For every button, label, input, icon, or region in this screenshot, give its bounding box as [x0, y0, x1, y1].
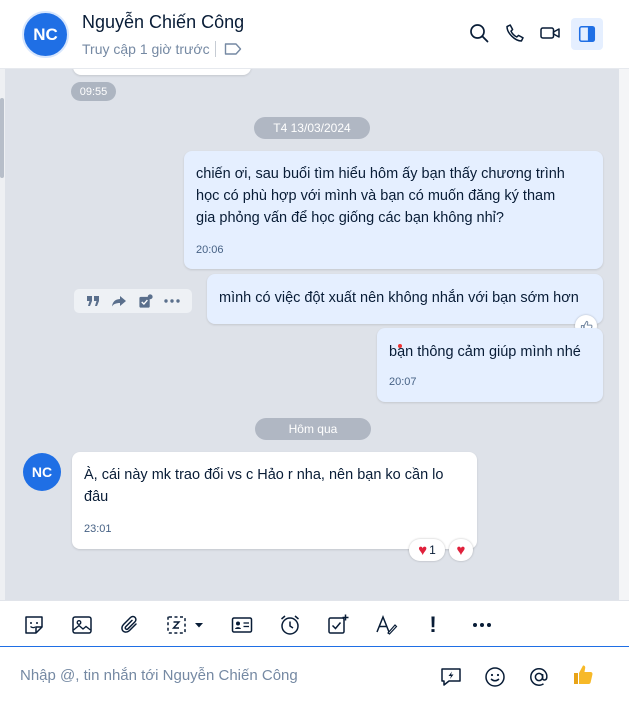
- message-time: 20:07: [389, 376, 417, 388]
- more-icon[interactable]: [470, 613, 494, 637]
- contact-status: Truy cập 1 giờ trước: [82, 41, 210, 57]
- message-text-line: mình có việc đột xuất nên không nhắn với…: [219, 290, 579, 306]
- more-icon[interactable]: [164, 299, 181, 303]
- text-format-icon[interactable]: [374, 613, 398, 637]
- outgoing-message[interactable]: mình có việc đột xuất nên không nhắn với…: [207, 274, 603, 324]
- outgoing-message[interactable]: chiến ơi, sau buổi tìm hiểu hôm ấy bạn t…: [184, 151, 603, 269]
- screenshot-dropdown[interactable]: [165, 613, 209, 637]
- sidebar-toggle-button[interactable]: [571, 18, 603, 50]
- date-separator: T4 13/03/2024: [254, 117, 370, 139]
- composer-toolbar: !: [0, 600, 629, 647]
- outgoing-message[interactable]: bạn thông cảm giúp mình nhé 20:07: [377, 328, 603, 402]
- message-text-line: chiến ơi, sau buổi tìm hiểu hôm ấy bạn t…: [196, 166, 565, 182]
- message-text-line: À, cái này mk trao đổi vs c Hảo r nha, n…: [84, 467, 444, 483]
- message-text-line: đâu: [84, 489, 109, 505]
- contact-avatar[interactable]: NC: [22, 11, 69, 58]
- chat-header: NC Nguyễn Chiến Công Truy cập 1 giờ trướ…: [0, 0, 629, 69]
- message-time: 09:55: [71, 82, 116, 101]
- react-button[interactable]: ♥: [449, 539, 473, 561]
- mention-icon[interactable]: [527, 665, 551, 689]
- scrollbar-thumb[interactable]: [0, 98, 4, 178]
- urgent-icon[interactable]: !: [421, 613, 445, 637]
- quote-icon[interactable]: [86, 295, 100, 307]
- sticker-icon[interactable]: [22, 613, 46, 637]
- message-text-line: học có phù hợp với mình và bạn có muốn đ…: [196, 188, 556, 204]
- tag-icon[interactable]: [224, 42, 242, 56]
- video-icon[interactable]: [539, 22, 561, 44]
- attachment-icon[interactable]: [118, 613, 142, 637]
- contact-avatar-small[interactable]: NC: [23, 453, 61, 491]
- incoming-message[interactable]: À, cái này mk trao đổi vs c Hảo r nha, n…: [72, 452, 477, 549]
- message-actions: [74, 289, 192, 313]
- quick-message-icon[interactable]: [439, 665, 463, 689]
- forward-icon[interactable]: [111, 295, 127, 307]
- thumbs-up-send-icon[interactable]: [571, 663, 595, 687]
- message-time: 23:01: [84, 523, 112, 535]
- message-composer: [0, 648, 629, 703]
- message-time: 20:06: [196, 244, 224, 256]
- contact-name[interactable]: Nguyễn Chiến Công: [82, 12, 244, 33]
- heart-icon: ♥: [456, 541, 466, 559]
- add-task-icon[interactable]: [138, 293, 153, 309]
- contact-card-icon[interactable]: [230, 613, 254, 637]
- sidebar-icon: [578, 25, 596, 43]
- date-separator: Hôm qua: [255, 418, 371, 440]
- previous-message-bubble[interactable]: [73, 69, 251, 75]
- image-icon[interactable]: [70, 613, 94, 637]
- reminder-clock-icon[interactable]: [278, 613, 302, 637]
- divider: [215, 41, 216, 57]
- reaction-count-badge[interactable]: ♥ 1: [409, 539, 445, 561]
- task-icon[interactable]: [326, 613, 350, 637]
- reaction-count: 1: [429, 543, 436, 557]
- heart-icon: ♥: [418, 541, 428, 559]
- message-text-line: gia phỏng vấn để học giống các bạn không…: [196, 210, 504, 226]
- phone-icon[interactable]: [504, 22, 526, 44]
- message-input[interactable]: [20, 664, 420, 686]
- message-text-line: bạn thông cảm giúp mình nhé: [389, 344, 581, 360]
- emoji-icon[interactable]: [483, 665, 507, 689]
- search-icon[interactable]: [468, 22, 490, 44]
- scrollbar-track[interactable]: [619, 69, 629, 600]
- cursor-marker: [398, 344, 402, 348]
